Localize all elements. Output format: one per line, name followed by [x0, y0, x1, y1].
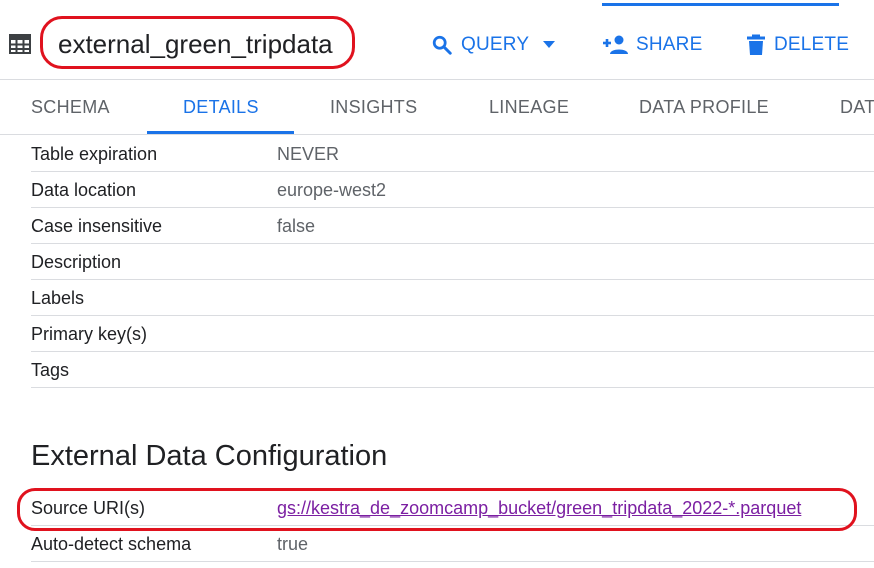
- active-tab-indicator: [147, 131, 294, 134]
- detail-row-source-uri: Source URI(s) gs://kestra_de_zoomcamp_bu…: [31, 490, 874, 526]
- detail-row-labels: Labels: [31, 280, 874, 316]
- detail-row-tags: Tags: [31, 352, 874, 388]
- detail-key: Primary key(s): [31, 324, 147, 344]
- share-label: SHARE: [636, 34, 703, 55]
- query-button[interactable]: QUERY: [431, 30, 556, 60]
- detail-row-description: Description: [31, 244, 874, 280]
- caret-down-icon[interactable]: [543, 41, 556, 49]
- search-icon: [432, 35, 452, 55]
- tab-lineage[interactable]: LINEAGE: [489, 80, 569, 134]
- query-label: QUERY: [461, 34, 530, 55]
- detail-tabs: SCHEMA DETAILS INSIGHTS LINEAGE DATA PRO…: [0, 80, 874, 135]
- tab-details[interactable]: DETAILS: [183, 80, 259, 134]
- detail-value: true: [277, 534, 309, 554]
- page-title: external_green_tripdata: [58, 29, 333, 59]
- detail-row-table-expiration: Table expiration NEVER: [31, 136, 874, 172]
- detail-value: NEVER: [277, 144, 340, 164]
- person-add-icon: [603, 35, 628, 54]
- detail-row-data-location: Data location europe-west2: [31, 172, 874, 208]
- detail-key: Case insensitive: [31, 216, 163, 236]
- delete-button[interactable]: DELETE: [746, 30, 849, 60]
- detail-value: europe-west2: [277, 180, 387, 200]
- share-tab-accent: [602, 0, 839, 6]
- detail-key: Description: [31, 252, 122, 272]
- detail-value: false: [277, 216, 316, 236]
- tab-insights[interactable]: INSIGHTS: [330, 80, 417, 134]
- detail-row-primary-keys: Primary key(s): [31, 316, 874, 352]
- table-header: external_green_tripdata QUERY SHARE DELE…: [0, 0, 874, 80]
- delete-label: DELETE: [774, 34, 850, 55]
- detail-key: Data location: [31, 180, 137, 200]
- detail-row-case-insensitive: Case insensitive false: [31, 208, 874, 244]
- detail-key: Labels: [31, 288, 85, 308]
- detail-row-auto-detect-schema: Auto-detect schema true: [31, 526, 874, 562]
- section-title-external-data: External Data Configuration: [31, 440, 388, 472]
- detail-key: Tags: [31, 360, 70, 380]
- trash-icon: [747, 34, 765, 55]
- detail-key: Auto-detect schema: [31, 534, 192, 554]
- tab-schema[interactable]: SCHEMA: [31, 80, 110, 134]
- table-grid-icon: [9, 34, 31, 54]
- tab-data-more[interactable]: DAT: [840, 80, 874, 134]
- tab-data-profile[interactable]: DATA PROFILE: [639, 80, 769, 134]
- detail-key: Source URI(s): [31, 498, 146, 518]
- share-button[interactable]: SHARE: [602, 30, 702, 60]
- source-uri-link[interactable]: gs://kestra_de_zoomcamp_bucket/green_tri…: [277, 490, 801, 526]
- detail-key: Table expiration: [31, 144, 158, 164]
